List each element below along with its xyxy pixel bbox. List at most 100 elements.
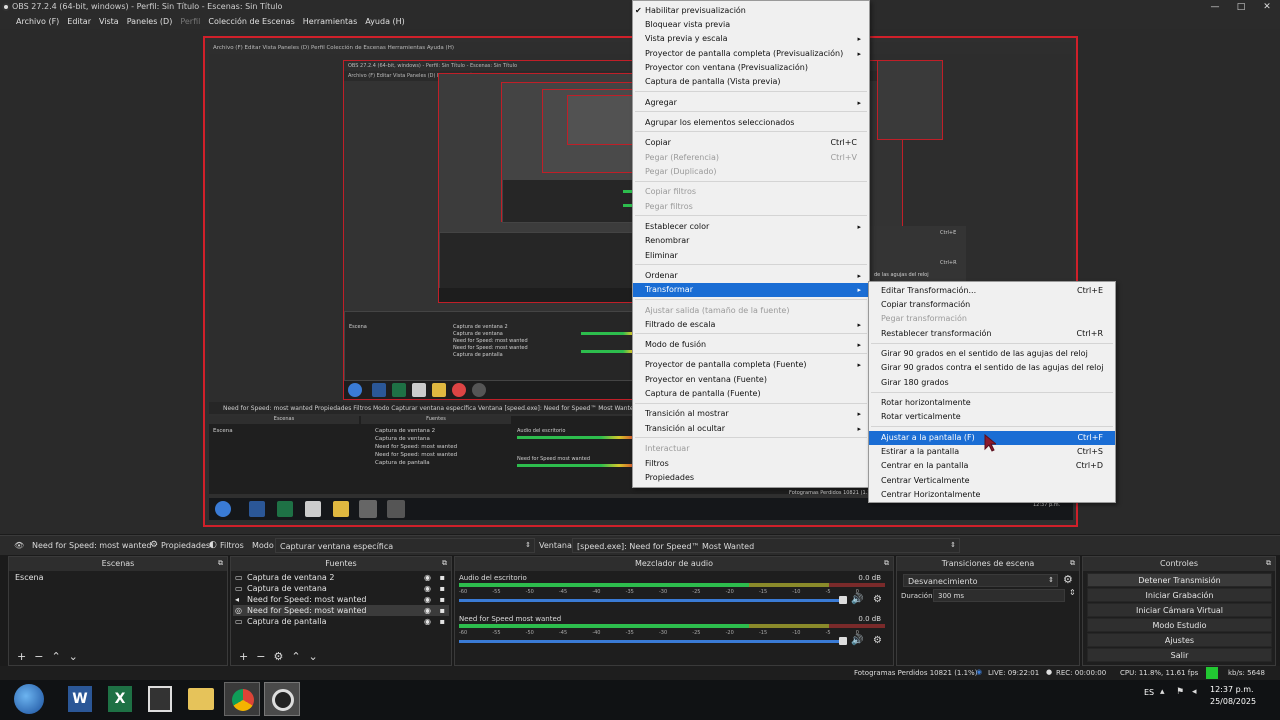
menu-paneles[interactable]: Paneles (D) xyxy=(127,17,173,26)
word-icon[interactable]: W xyxy=(68,686,92,712)
menu-item-pegar-duplicado[interactable]: Pegar (Duplicado) xyxy=(633,165,869,179)
menu-ayuda[interactable]: Ayuda (H) xyxy=(365,17,405,26)
maximize-button[interactable]: □ xyxy=(1228,0,1254,14)
menu-item-copiar-transformacion[interactable]: Copiar transformación xyxy=(869,298,1115,312)
start-virtual-camera-button[interactable]: Iniciar Cámara Virtual xyxy=(1087,603,1272,617)
gear-icon[interactable]: ⚙ xyxy=(1063,573,1073,586)
undock-icon[interactable]: ⧉ xyxy=(884,559,889,568)
lock-icon[interactable]: ▪ xyxy=(440,605,445,616)
menu-item-filtrado-escala[interactable]: Filtrado de escala ▸ xyxy=(633,318,869,332)
undock-icon[interactable]: ⧉ xyxy=(1266,559,1271,568)
menu-item-proyector-completa-previa[interactable]: Proyector de pantalla completa (Previsua… xyxy=(633,47,869,61)
gear-icon[interactable]: ⚙ xyxy=(873,594,882,605)
move-up-icon[interactable]: ⌃ xyxy=(291,650,300,663)
menu-item-renombrar[interactable]: Renombrar xyxy=(633,234,869,248)
menu-item-centrar-horizontal[interactable]: Centrar Horizontalmente xyxy=(869,488,1115,502)
gear-icon[interactable]: ⚙ xyxy=(273,650,283,663)
spinner-icon[interactable]: ⇕ xyxy=(1069,588,1076,597)
add-scene-icon[interactable]: + xyxy=(17,650,26,663)
remove-source-icon[interactable]: − xyxy=(256,650,265,663)
source-item-selected[interactable]: ◎ Need for Speed: most wanted ◉ ▪ xyxy=(233,605,449,616)
speaker-icon[interactable]: 🔊 xyxy=(851,594,863,605)
scene-item[interactable]: Escena xyxy=(11,572,225,583)
source-item[interactable]: ▭ Captura de ventana ◉ ▪ xyxy=(233,583,449,594)
menu-item-interactuar[interactable]: Interactuar xyxy=(633,442,869,456)
transition-select[interactable]: Desvanecimiento ⇕ xyxy=(903,574,1058,587)
settings-button[interactable]: Ajustes xyxy=(1087,633,1272,647)
menu-item-modo-fusion[interactable]: Modo de fusión ▸ xyxy=(633,338,869,352)
menu-item-filtros[interactable]: Filtros xyxy=(633,457,869,471)
eye-icon[interactable]: ◉ xyxy=(424,605,431,616)
properties-button[interactable]: Propiedades xyxy=(161,541,210,550)
menu-vista[interactable]: Vista xyxy=(99,17,119,26)
start-button-icon[interactable] xyxy=(14,684,44,714)
menu-item-agregar[interactable]: Agregar ▸ xyxy=(633,96,869,110)
volume-slider-handle[interactable] xyxy=(839,596,847,604)
menu-item-pegar-transformacion[interactable]: Pegar transformación xyxy=(869,312,1115,326)
volume-slider[interactable] xyxy=(459,640,845,643)
menu-item-ajustar-salida[interactable]: Ajustar salida (tamaño de la fuente) xyxy=(633,304,869,318)
eye-icon[interactable]: ◉ xyxy=(424,616,431,627)
close-button[interactable]: ✕ xyxy=(1254,0,1280,14)
menu-coleccion-escenas[interactable]: Colección de Escenas xyxy=(208,17,294,26)
menu-item-bloquear-vista-previa[interactable]: Bloquear vista previa xyxy=(633,18,869,32)
move-down-icon[interactable]: ⌄ xyxy=(309,650,318,663)
duration-input[interactable]: 300 ms xyxy=(933,589,1065,602)
chrome-taskbar-button[interactable] xyxy=(224,682,260,716)
studio-mode-button[interactable]: Modo Estudio xyxy=(1087,618,1272,632)
menu-item-captura-vista-previa[interactable]: Captura de pantalla (Vista previa) xyxy=(633,75,869,89)
obs-taskbar-button[interactable] xyxy=(264,682,300,716)
menu-item-proyector-ventana-previa[interactable]: Proyector con ventana (Previsualización) xyxy=(633,61,869,75)
volume-slider-handle[interactable] xyxy=(839,637,847,645)
remove-scene-icon[interactable]: − xyxy=(34,650,43,663)
menu-item-ordenar[interactable]: Ordenar ▸ xyxy=(633,269,869,283)
eye-icon[interactable]: ◉ xyxy=(424,572,431,583)
stop-streaming-button[interactable]: Detener Transmisión xyxy=(1087,573,1272,587)
menu-herramientas[interactable]: Herramientas xyxy=(303,17,358,26)
menu-item-propiedades[interactable]: Propiedades xyxy=(633,471,869,485)
menu-item-establecer-color[interactable]: Establecer color ▸ xyxy=(633,220,869,234)
volume-slider[interactable] xyxy=(459,599,845,602)
menu-item-pegar-referencia[interactable]: Pegar (Referencia) Ctrl+V xyxy=(633,151,869,165)
video-editor-icon[interactable] xyxy=(148,686,172,712)
lock-icon[interactable]: ▪ xyxy=(440,616,445,627)
window-select[interactable]: [speed.exe]: Need for Speed™ Most Wanted… xyxy=(572,538,960,553)
menu-item-pegar-filtros[interactable]: Pegar filtros xyxy=(633,200,869,214)
lock-icon[interactable]: ▪ xyxy=(440,583,445,594)
clock-time[interactable]: 12:37 p.m. xyxy=(1210,685,1254,694)
menu-item-rotar-vertical[interactable]: Rotar verticalmente xyxy=(869,410,1115,424)
menu-item-habilitar-previsualizacion[interactable]: ✔ Habilitar previsualización xyxy=(633,4,869,18)
move-up-icon[interactable]: ⌃ xyxy=(51,650,60,663)
network-icon[interactable]: ⚑ xyxy=(1176,687,1184,697)
clock-date[interactable]: 25/08/2025 xyxy=(1210,697,1256,706)
source-item[interactable]: ▭ Captura de pantalla ◉ ▪ xyxy=(233,616,449,627)
menu-item-transicion-mostrar[interactable]: Transición al mostrar ▸ xyxy=(633,407,869,421)
start-recording-button[interactable]: Iniciar Grabación xyxy=(1087,588,1272,602)
excel-icon[interactable]: X xyxy=(108,686,132,712)
source-item[interactable]: ◂ Need for Speed: most wanted ◉ ▪ xyxy=(233,594,449,605)
undock-icon[interactable]: ⧉ xyxy=(218,559,223,568)
menu-item-proyector-ventana-fuente[interactable]: Proyector en ventana (Fuente) xyxy=(633,373,869,387)
menu-editar[interactable]: Editar xyxy=(67,17,91,26)
menu-item-restablecer-transformacion[interactable]: Restablecer transformación Ctrl+R xyxy=(869,327,1115,341)
menu-item-girar-180[interactable]: Girar 180 grados xyxy=(869,376,1115,390)
add-source-icon[interactable]: + xyxy=(239,650,248,663)
menu-item-centrar-pantalla[interactable]: Centrar en la pantalla Ctrl+D xyxy=(869,459,1115,473)
menu-item-girar-90-horario[interactable]: Girar 90 grados en el sentido de las agu… xyxy=(869,347,1115,361)
move-down-icon[interactable]: ⌄ xyxy=(69,650,78,663)
undock-icon[interactable]: ⧉ xyxy=(1070,559,1075,568)
menu-item-transicion-ocultar[interactable]: Transición al ocultar ▸ xyxy=(633,422,869,436)
tray-arrow-icon[interactable]: ▴ xyxy=(1160,687,1165,697)
file-explorer-icon[interactable] xyxy=(188,688,214,710)
undock-icon[interactable]: ⧉ xyxy=(442,559,447,568)
gear-icon[interactable]: ⚙ xyxy=(873,635,882,646)
eye-icon[interactable]: ◉ xyxy=(424,594,431,605)
menu-item-editar-transformacion[interactable]: Editar Transformación... Ctrl+E xyxy=(869,284,1115,298)
minimize-button[interactable]: — xyxy=(1202,0,1228,14)
eye-icon[interactable]: ◉ xyxy=(424,583,431,594)
menu-item-girar-90-antihorario[interactable]: Girar 90 grados contra el sentido de las… xyxy=(869,361,1115,375)
menu-item-vista-previa-escala[interactable]: Vista previa y escala ▸ xyxy=(633,32,869,46)
lock-icon[interactable]: ▪ xyxy=(440,572,445,583)
menu-item-copiar[interactable]: Copiar Ctrl+C xyxy=(633,136,869,150)
menu-archivo[interactable]: Archivo (F) xyxy=(16,17,59,26)
